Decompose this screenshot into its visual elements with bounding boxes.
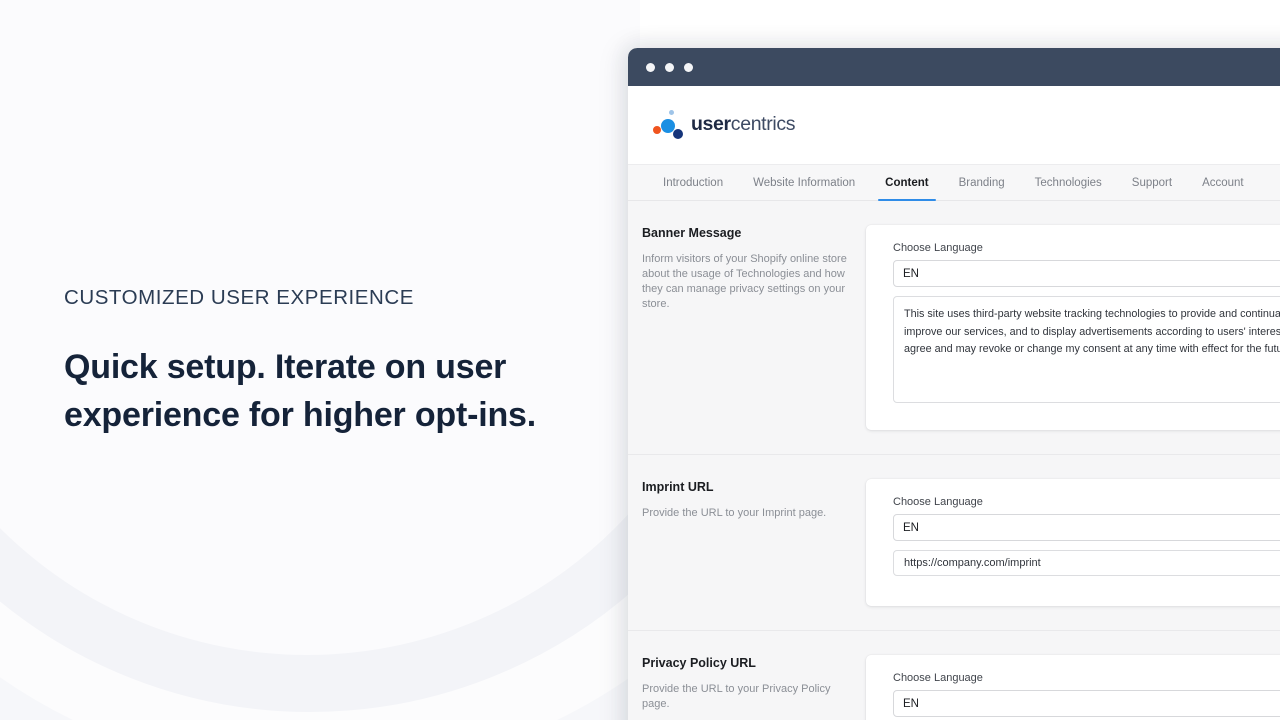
- usercentrics-logo[interactable]: usercentrics: [650, 110, 796, 140]
- section-imprint-info: Imprint URL Provide the URL to your Impr…: [642, 479, 866, 606]
- section-privacy-description: Provide the URL to your Privacy Policy p…: [642, 683, 831, 711]
- tab-introduction[interactable]: Introduction: [648, 165, 738, 200]
- marketing-copy: CUSTOMIZED USER EXPERIENCE Quick setup. …: [64, 286, 594, 439]
- usercentrics-logo-mark-icon: [650, 110, 684, 140]
- settings-content-area: Banner Message Inform visitors of your S…: [628, 201, 1280, 720]
- tab-website-information[interactable]: Website Information: [738, 165, 870, 200]
- brand-wordmark: usercentrics: [691, 113, 796, 136]
- privacy-language-label: Choose Language: [893, 672, 983, 684]
- tab-support[interactable]: Support: [1117, 165, 1187, 200]
- window-dot-maximize-icon[interactable]: [684, 62, 693, 72]
- section-banner-description: Inform visitors of your Shopify online s…: [642, 253, 847, 311]
- section-privacy-info: Privacy Policy URL Provide the URL to yo…: [642, 655, 866, 720]
- banner-message-textarea[interactable]: [893, 296, 1280, 403]
- tab-account[interactable]: Account: [1187, 165, 1259, 200]
- imprint-language-value: EN: [903, 521, 919, 534]
- imprint-language-select[interactable]: EN: [893, 514, 1280, 541]
- tab-content[interactable]: Content: [870, 165, 943, 201]
- section-banner-message: Banner Message Inform visitors of your S…: [628, 201, 1280, 455]
- section-banner-title: Banner Message: [642, 226, 742, 240]
- banner-language-label: Choose Language: [893, 242, 983, 254]
- section-privacy-policy-url: Privacy Policy URL Provide the URL to yo…: [628, 631, 1280, 720]
- section-imprint-description: Provide the URL to your Imprint page.: [642, 507, 827, 520]
- marketing-panel: CUSTOMIZED USER EXPERIENCE Quick setup. …: [0, 0, 640, 720]
- tab-branding[interactable]: Branding: [944, 165, 1020, 200]
- brand-wordmark-light: centrics: [730, 113, 796, 136]
- marketing-headline: Quick setup. Iterate on user experience …: [64, 347, 536, 434]
- imprint-url-value: https://company.com/imprint: [904, 557, 1041, 569]
- banner-language-select[interactable]: EN: [893, 260, 1280, 287]
- main-tab-bar: Introduction Website Information Content…: [628, 164, 1280, 201]
- banner-language-value: EN: [903, 267, 919, 280]
- imprint-url-input[interactable]: https://company.com/imprint: [893, 550, 1280, 576]
- section-privacy-title: Privacy Policy URL: [642, 656, 756, 670]
- brand-wordmark-bold: user: [691, 113, 731, 136]
- privacy-language-select[interactable]: EN: [893, 690, 1280, 717]
- privacy-language-value: EN: [903, 697, 919, 710]
- marketing-eyebrow: CUSTOMIZED USER EXPERIENCE: [64, 286, 414, 309]
- section-imprint-title: Imprint URL: [642, 480, 714, 494]
- section-privacy-card: Choose Language EN https://company.com/p…: [866, 655, 1280, 720]
- window-dot-close-icon[interactable]: [646, 62, 655, 72]
- logo-dot-light-blue-icon: [669, 110, 674, 115]
- section-banner-card: Choose Language EN: [866, 225, 1280, 430]
- logo-dot-navy-icon: [673, 129, 683, 139]
- window-dot-minimize-icon[interactable]: [665, 62, 674, 72]
- browser-window: usercentrics Introduction Website Inform…: [628, 48, 1280, 720]
- tab-technologies[interactable]: Technologies: [1020, 165, 1117, 200]
- section-banner-info: Banner Message Inform visitors of your S…: [642, 225, 866, 430]
- app-header: usercentrics: [628, 86, 1280, 164]
- section-imprint-url: Imprint URL Provide the URL to your Impr…: [628, 455, 1280, 631]
- imprint-language-label: Choose Language: [893, 496, 983, 508]
- section-imprint-card: Choose Language EN https://company.com/i…: [866, 479, 1280, 606]
- logo-dot-orange-icon: [653, 126, 661, 134]
- window-title-bar: [628, 48, 1280, 86]
